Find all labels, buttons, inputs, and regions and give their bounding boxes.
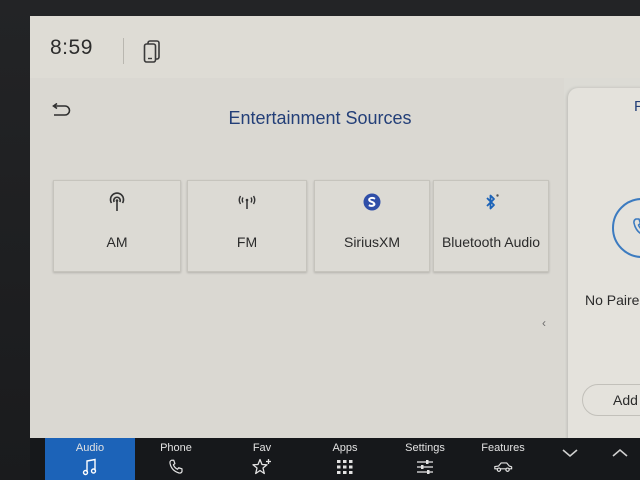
phone-device-icon[interactable] <box>143 40 161 64</box>
source-label: AM <box>106 234 128 250</box>
nav-features[interactable]: Features <box>463 438 543 480</box>
source-tile-am[interactable]: AM <box>53 180 181 272</box>
chevron-up-icon <box>612 448 628 457</box>
display-bezel: 8:59 Entertainment Sources AM FM SiriusX… <box>0 0 640 480</box>
nav-phone[interactable]: Phone <box>136 438 216 480</box>
nav-label: Settings <box>405 442 445 454</box>
phone-handset-icon <box>633 218 640 234</box>
fm-broadcast-icon <box>236 191 258 213</box>
nav-label: Phone <box>160 442 192 454</box>
page-title: Entertainment Sources <box>228 108 412 128</box>
phone-panel: P No Paire Add Ph <box>568 88 640 440</box>
am-antenna-icon <box>106 191 128 213</box>
chevron-up-button[interactable] <box>602 438 638 480</box>
star-plus-icon <box>252 458 272 476</box>
chevron-down-button[interactable] <box>552 438 588 480</box>
phone-panel-title: P <box>634 98 640 115</box>
clock: 8:59 <box>50 36 93 59</box>
source-label: FM <box>236 234 258 250</box>
nav-label: Apps <box>332 442 358 454</box>
phone-handset-icon <box>166 458 186 476</box>
add-phone-label: Add Ph <box>613 392 640 408</box>
apps-grid-icon <box>335 458 355 476</box>
sliders-icon <box>415 458 435 476</box>
chevron-down-icon <box>562 449 578 458</box>
nav-settings[interactable]: Settings <box>385 438 465 480</box>
source-tile-fm[interactable]: FM <box>187 180 307 272</box>
back-button[interactable] <box>48 100 74 122</box>
back-arrow-icon <box>52 103 71 116</box>
nav-apps[interactable]: Apps <box>305 438 385 480</box>
siriusxm-logo-icon <box>361 191 383 213</box>
source-label: SiriusXM <box>343 234 400 250</box>
nav-fav[interactable]: Fav <box>222 438 302 480</box>
status-bar: 8:59 <box>30 16 640 78</box>
bluetooth-icon <box>480 191 502 213</box>
nav-audio[interactable]: Audio <box>45 438 135 480</box>
source-label: Bluetooth Audio <box>441 234 541 250</box>
nav-label: Audio <box>75 442 105 454</box>
source-tile-bluetooth-audio[interactable]: Bluetooth Audio <box>433 180 549 272</box>
panel-collapse-chevron-icon[interactable]: ‹ <box>542 316 546 330</box>
phone-connect-button[interactable] <box>612 198 640 258</box>
bottom-navigation-bar: Audio Phone Fav Apps Settings Features <box>30 438 640 480</box>
source-tile-siriusxm[interactable]: SiriusXM <box>314 180 430 272</box>
car-icon <box>493 458 513 476</box>
music-note-icon <box>80 458 100 476</box>
infotainment-screen: 8:59 Entertainment Sources AM FM SiriusX… <box>30 16 640 480</box>
no-paired-phones-text: No Paire <box>585 292 640 308</box>
nav-label: Features <box>481 442 525 454</box>
status-divider <box>123 38 124 64</box>
add-phone-button[interactable]: Add Ph <box>582 384 640 416</box>
entertainment-sources-panel: Entertainment Sources AM FM SiriusXM Blu… <box>30 78 564 438</box>
nav-label: Fav <box>252 442 272 454</box>
